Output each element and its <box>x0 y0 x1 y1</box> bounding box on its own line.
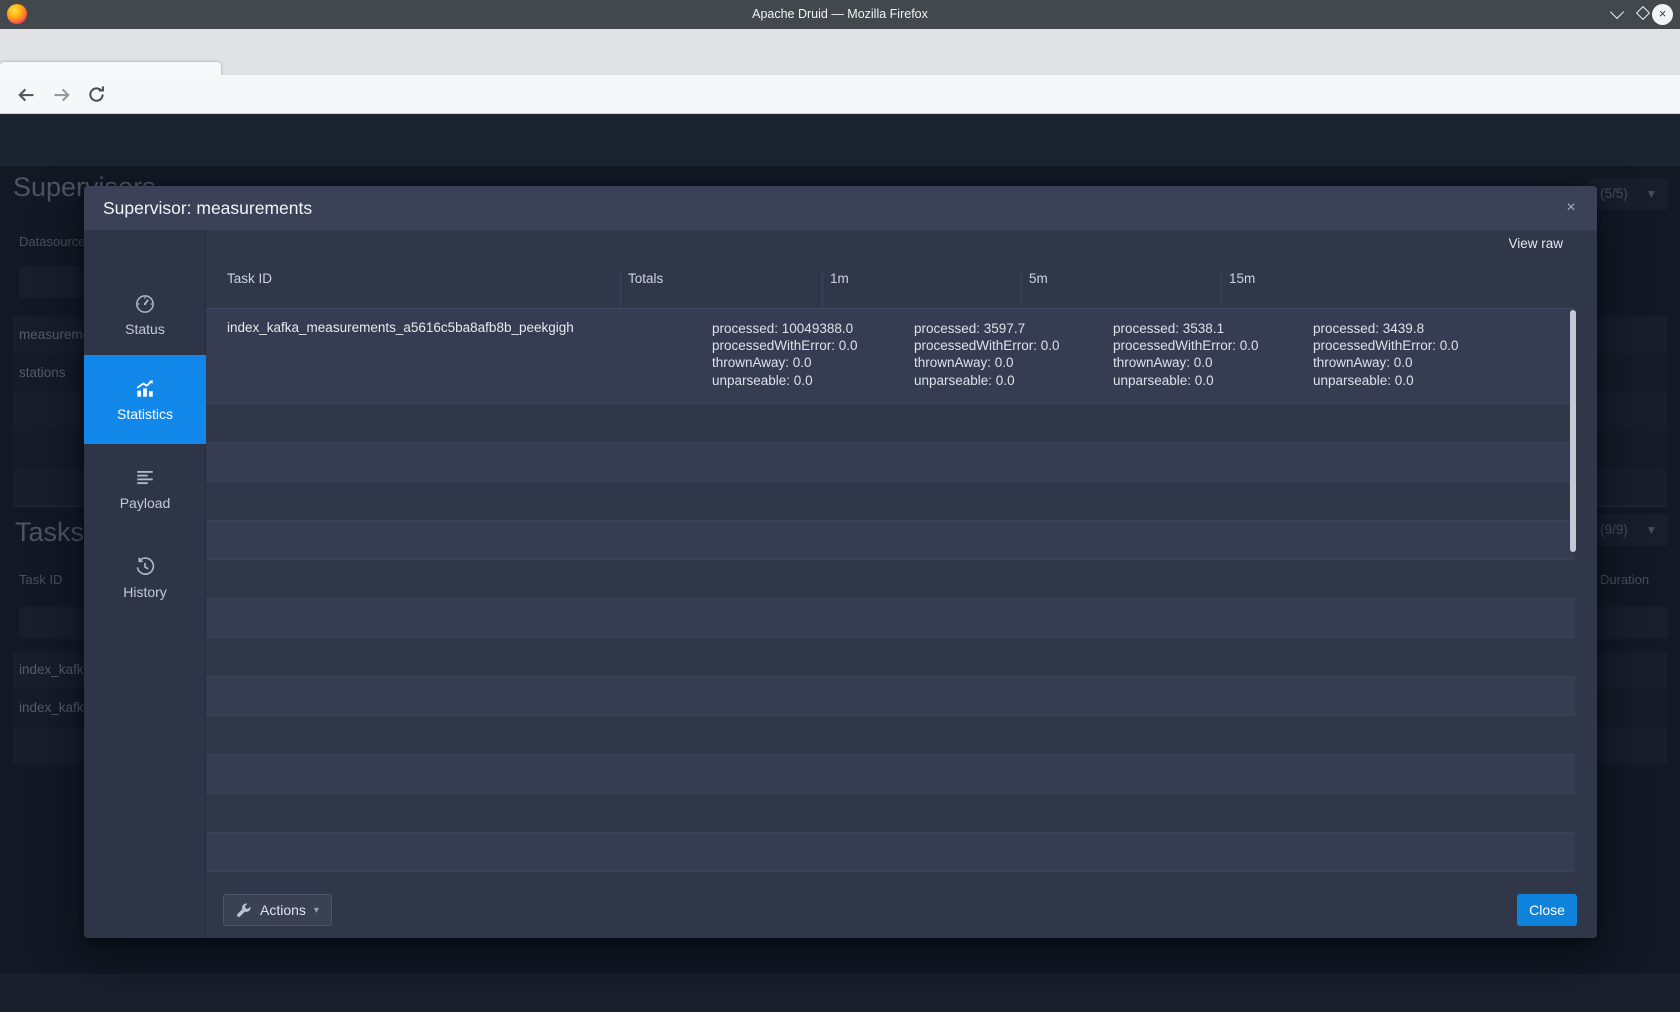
5m-cell: processed: 3538.1 processedWithError: 0.… <box>1113 320 1259 389</box>
totals-cell: processed: 10049388.0 processedWithError… <box>712 320 858 389</box>
druid-navbar: druid Load data Ingestion Datasources Se… <box>0 114 1680 166</box>
screen: Apache Druid — Mozilla Firefox × Apache … <box>0 0 1680 1012</box>
window-title: Apache Druid — Mozilla Firefox <box>0 0 1680 29</box>
dialog-side-menu: Status Statistics Payload History <box>84 230 206 938</box>
tab-label: Payload <box>120 495 171 511</box>
window-maximize-button[interactable] <box>1632 4 1654 26</box>
15m-cell: processed: 3439.8 processedWithError: 0.… <box>1313 320 1459 389</box>
dialog-header: Supervisor: measurements × <box>84 186 1597 230</box>
window-titlebar: Apache Druid — Mozilla Firefox × <box>0 0 1680 29</box>
gauge-icon <box>134 293 156 315</box>
dialog-title: Supervisor: measurements <box>103 186 312 230</box>
window-close-button[interactable]: × <box>1652 4 1673 25</box>
tab-statistics[interactable]: Statistics <box>84 355 206 444</box>
supervisor-dialog: Supervisor: measurements × Status Statis… <box>84 186 1597 938</box>
chart-icon <box>134 378 156 400</box>
column-header-totals: Totals <box>628 271 663 286</box>
navigation-toolbar: 172.18.0.4:30899/unified-console.html#in… <box>0 75 1680 114</box>
align-left-icon <box>134 467 156 489</box>
back-button[interactable] <box>16 85 36 105</box>
chevron-down-icon: ▾ <box>314 905 319 916</box>
view-raw-link[interactable]: View raw <box>1508 236 1563 251</box>
column-header-1m: 1m <box>830 271 849 286</box>
forward-button[interactable] <box>52 85 72 105</box>
reload-button[interactable] <box>87 85 106 104</box>
window-minimize-button[interactable] <box>1606 4 1628 26</box>
tab-label: History <box>123 584 167 600</box>
task-id-cell: index_kafka_measurements_a5616c5ba8afb8b… <box>227 320 574 335</box>
tab-payload[interactable]: Payload <box>84 444 206 533</box>
tab-strip: Apache Druid × + <box>0 29 1680 75</box>
tab-label: Status <box>125 321 165 337</box>
firefox-logo-icon <box>7 4 27 24</box>
1m-cell: processed: 3597.7 processedWithError: 0.… <box>914 320 1060 389</box>
table-scrollbar[interactable] <box>1570 310 1576 552</box>
table-row: index_kafka_measurements_a5616c5ba8afb8b… <box>206 309 1575 404</box>
column-header-15m: 15m <box>1229 271 1255 286</box>
actions-button[interactable]: Actions ▾ <box>223 894 332 926</box>
minimize-chevron-icon <box>1610 5 1624 19</box>
wrench-icon <box>236 902 252 918</box>
maximize-diamond-icon <box>1636 6 1650 20</box>
tab-label: Statistics <box>117 406 173 422</box>
column-header-5m: 5m <box>1029 271 1048 286</box>
dialog-close-icon[interactable]: × <box>1559 196 1583 220</box>
column-header-task-id: Task ID <box>227 271 272 286</box>
tab-history[interactable]: History <box>84 533 206 622</box>
actions-label: Actions <box>260 902 306 918</box>
history-clock-icon <box>134 556 156 578</box>
close-button[interactable]: Close <box>1517 894 1577 926</box>
table-empty-rows <box>206 404 1575 880</box>
tab-status[interactable]: Status <box>84 274 206 355</box>
